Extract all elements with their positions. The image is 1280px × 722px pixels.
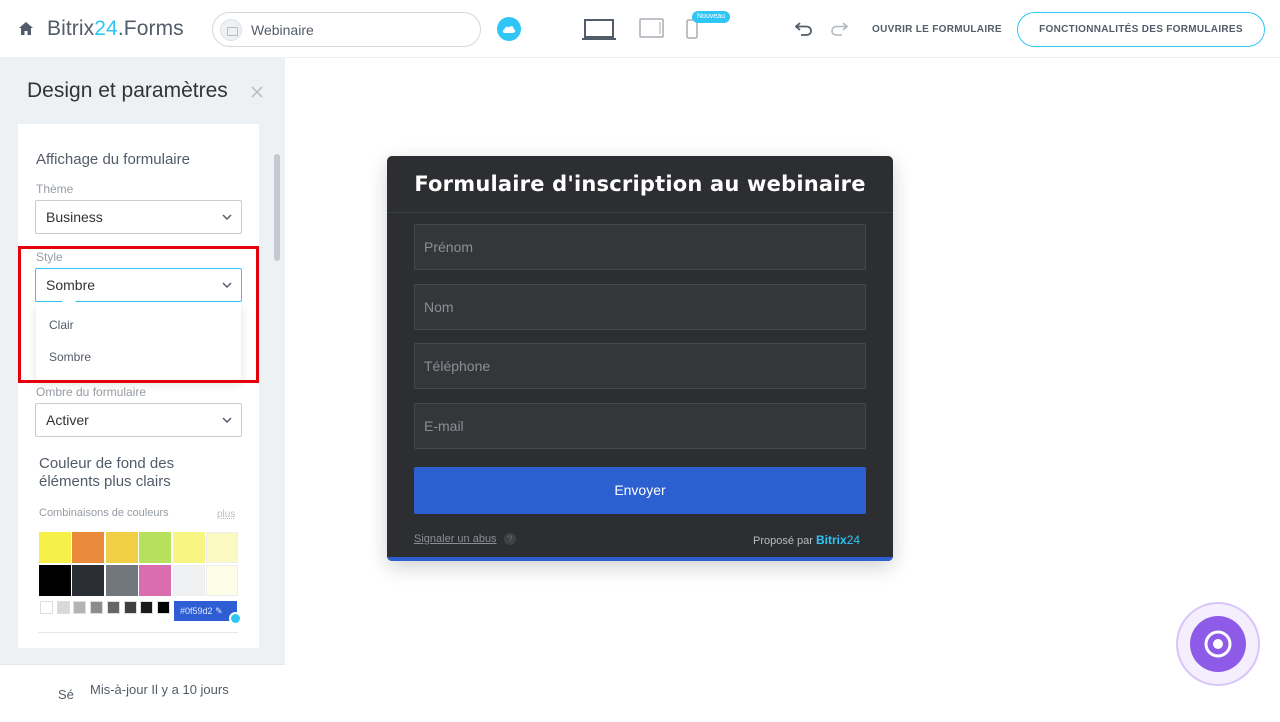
color-combos-label: Combinaisons de couleurs bbox=[39, 507, 169, 519]
shadow-label: Ombre du formulaire bbox=[36, 385, 147, 399]
powered-by: Proposé par Bitrix24 bbox=[753, 533, 861, 547]
gray-swatch[interactable] bbox=[106, 601, 120, 614]
footer-truncated-text: Sé bbox=[58, 687, 74, 702]
new-badge: Nouveau bbox=[692, 11, 731, 23]
theme-value: Business bbox=[46, 209, 103, 225]
form-name-value: Webinaire bbox=[251, 22, 314, 38]
more-colors-link[interactable]: plus bbox=[217, 509, 235, 520]
phone-field[interactable]: Téléphone bbox=[414, 343, 866, 389]
form-accent-bar bbox=[387, 557, 893, 561]
firstname-field[interactable]: Prénom bbox=[414, 224, 866, 270]
help-icon[interactable]: ? bbox=[504, 533, 516, 545]
color-swatch[interactable] bbox=[106, 565, 138, 596]
theme-label: Thème bbox=[36, 182, 74, 196]
color-swatch[interactable] bbox=[39, 565, 71, 596]
chevron-down-icon bbox=[222, 417, 232, 424]
last-updated-text: Mis-à-jour Il y a 10 jours bbox=[90, 682, 229, 697]
submit-button[interactable]: Envoyer bbox=[414, 467, 866, 514]
cloud-save-icon[interactable] bbox=[497, 17, 521, 41]
hex-color-value[interactable]: #0f59d2 ✎ bbox=[174, 601, 237, 621]
color-swatch[interactable] bbox=[173, 532, 205, 563]
panel-title: Design et paramètres bbox=[27, 79, 228, 102]
color-swatch[interactable] bbox=[72, 565, 104, 596]
chat-widget-button[interactable] bbox=[1176, 602, 1260, 686]
section-title: Affichage du formulaire bbox=[36, 151, 190, 168]
gray-swatch[interactable] bbox=[123, 601, 137, 614]
color-swatch[interactable] bbox=[106, 532, 138, 563]
pencil-icon: ✎ bbox=[215, 606, 223, 616]
color-swatch[interactable] bbox=[39, 532, 71, 563]
chat-icon bbox=[1190, 616, 1246, 672]
home-icon[interactable] bbox=[19, 22, 33, 35]
form-title: Formulaire d'inscription au webinaire bbox=[414, 172, 866, 196]
shadow-select[interactable]: Activer bbox=[35, 403, 242, 437]
lastname-field[interactable]: Nom bbox=[414, 284, 866, 330]
form-name-input[interactable]: Webinaire bbox=[212, 12, 481, 47]
firstname-placeholder: Prénom bbox=[424, 239, 474, 255]
close-icon[interactable] bbox=[251, 86, 263, 98]
gray-swatch[interactable] bbox=[140, 601, 154, 614]
undo-icon[interactable] bbox=[795, 21, 813, 37]
gray-swatch[interactable] bbox=[156, 601, 170, 614]
laptop-icon[interactable] bbox=[582, 19, 616, 41]
color-swatch[interactable] bbox=[206, 565, 238, 596]
gray-swatch[interactable] bbox=[40, 601, 53, 614]
panel-scrollbar[interactable] bbox=[274, 154, 280, 261]
open-form-link[interactable]: OUVRIR LE FORMULAIRE bbox=[872, 24, 1002, 35]
check-icon bbox=[229, 612, 242, 625]
divider bbox=[38, 632, 238, 633]
color-swatch[interactable] bbox=[206, 532, 238, 563]
top-bar: Bitrix24.Forms Webinaire Nouveau OUVRIR … bbox=[0, 0, 1280, 58]
tablet-icon[interactable] bbox=[639, 18, 664, 38]
form-header: Formulaire d'inscription au webinaire bbox=[387, 156, 893, 213]
report-abuse-link[interactable]: Signaler un abus bbox=[414, 533, 497, 545]
color-swatch[interactable] bbox=[72, 532, 104, 563]
lastname-placeholder: Nom bbox=[424, 299, 454, 315]
phone-placeholder: Téléphone bbox=[424, 358, 491, 374]
email-field[interactable]: E-mail bbox=[414, 403, 866, 449]
color-swatch[interactable] bbox=[173, 565, 205, 596]
background-color-title: Couleur de fond des éléments plus clairs bbox=[39, 455, 175, 490]
form-preview: Formulaire d'inscription au webinaire Pr… bbox=[387, 156, 893, 561]
design-settings-panel: Design et paramètres Affichage du formul… bbox=[0, 58, 285, 722]
brand-logo: Bitrix24.Forms bbox=[47, 17, 184, 40]
email-placeholder: E-mail bbox=[424, 418, 464, 434]
form-thumbnail-icon bbox=[220, 19, 242, 41]
gray-swatch[interactable] bbox=[56, 601, 70, 614]
color-swatch[interactable] bbox=[139, 532, 171, 563]
highlight-frame bbox=[18, 246, 259, 383]
form-features-button[interactable]: FONCTIONNALITÉS DES FORMULAIRES bbox=[1017, 12, 1265, 47]
gray-swatch[interactable] bbox=[90, 601, 104, 614]
redo-icon[interactable] bbox=[830, 21, 848, 37]
shadow-value: Activer bbox=[46, 412, 89, 428]
panel-footer: Sé Mis-à-jour Il y a 10 jours bbox=[0, 664, 285, 722]
theme-select[interactable]: Business bbox=[35, 200, 242, 234]
color-swatch[interactable] bbox=[139, 565, 171, 596]
gray-swatch[interactable] bbox=[73, 601, 87, 614]
chevron-down-icon bbox=[222, 214, 232, 221]
